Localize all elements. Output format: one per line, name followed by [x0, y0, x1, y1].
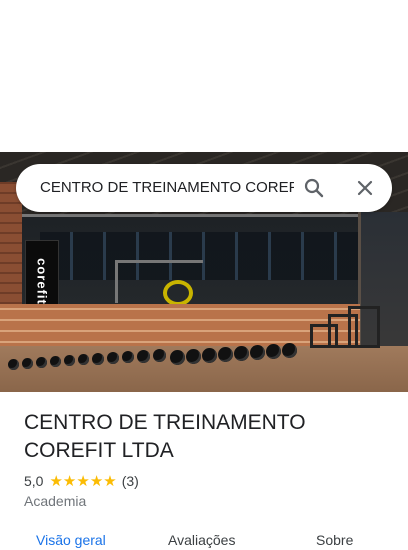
- tab-about[interactable]: Sobre: [316, 532, 353, 548]
- star-icon: ★: [76, 472, 90, 490]
- place-title: CENTRO DE TREINAMENTO COREFIT LTDA: [24, 409, 384, 465]
- photo-plyo-boxes: [310, 304, 380, 348]
- photo-windows: [40, 232, 408, 280]
- review-count[interactable]: (3): [122, 473, 139, 489]
- search-box: CENTRO DE TREINAMENTO COREFI: [16, 164, 392, 212]
- photo-equipment-wheel: [163, 280, 193, 306]
- star-icon: ★: [89, 472, 104, 490]
- tab-overview[interactable]: Visão geral: [36, 532, 106, 548]
- rating-value: 5,0: [24, 473, 44, 489]
- rating-stars: ★ ★ ★ ★ ★: [49, 474, 116, 489]
- place-category[interactable]: Academia: [24, 493, 86, 509]
- rating-row[interactable]: 5,0 ★ ★ ★ ★ ★ (3): [24, 471, 139, 491]
- search-icon[interactable]: [302, 176, 326, 200]
- photo-medicine-balls: [0, 335, 310, 375]
- search-input[interactable]: CENTRO DE TREINAMENTO COREFI: [40, 179, 294, 199]
- star-icon: ★: [62, 472, 77, 490]
- tab-reviews[interactable]: Avaliações: [168, 532, 235, 548]
- star-icon: ★: [103, 472, 117, 490]
- place-tabs: Visão geral Avaliações Sobre: [0, 530, 408, 550]
- place-title-line2: COREFIT LTDA: [24, 439, 174, 462]
- place-title-line1: CENTRO DE TREINAMENTO: [24, 411, 306, 434]
- star-icon: ★: [49, 472, 63, 490]
- close-icon[interactable]: [353, 176, 377, 200]
